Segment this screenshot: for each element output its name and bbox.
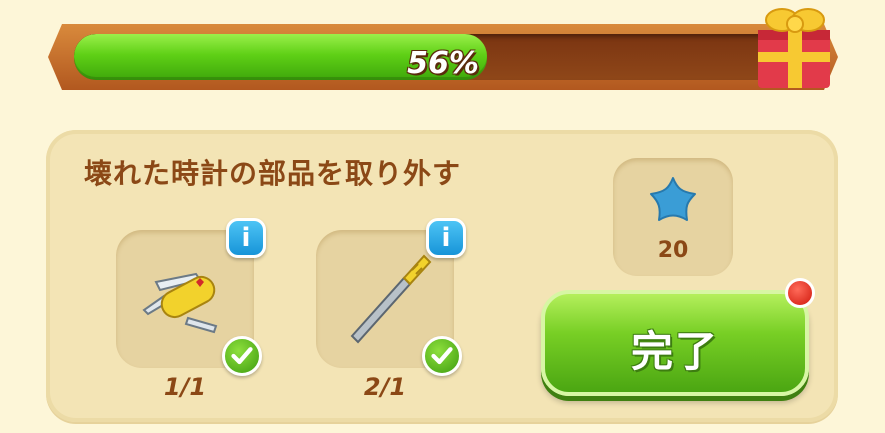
- item-slot-knife[interactable]: i: [116, 218, 266, 376]
- checkmark-icon: [222, 336, 262, 376]
- reward-amount: 20: [657, 238, 689, 263]
- notification-dot: [785, 278, 815, 308]
- progress-track: 56%: [74, 34, 812, 80]
- complete-button[interactable]: 完了: [541, 278, 815, 396]
- pocket-knife-icon: [142, 272, 218, 334]
- item-count: 2/1: [363, 373, 407, 401]
- metal-file-icon: [350, 254, 432, 344]
- reward-slot: 20: [613, 158, 733, 276]
- item-slot-file[interactable]: i: [316, 218, 466, 376]
- info-icon[interactable]: i: [226, 218, 266, 258]
- progress-percent: 56%: [407, 46, 479, 80]
- progress-bar: 56%: [48, 24, 838, 90]
- complete-button-label: 完了: [630, 327, 719, 376]
- quest-title: 壊れた時計の部品を取り外す: [84, 157, 462, 190]
- blue-star-icon: [650, 177, 696, 221]
- gift-box-icon[interactable]: [750, 0, 838, 92]
- quest-panel: 壊れた時計の部品を取り外す i 1/1 i 2/1 20 完了: [46, 130, 838, 422]
- info-icon[interactable]: i: [426, 218, 466, 258]
- item-count: 1/1: [163, 373, 207, 401]
- checkmark-icon: [422, 336, 462, 376]
